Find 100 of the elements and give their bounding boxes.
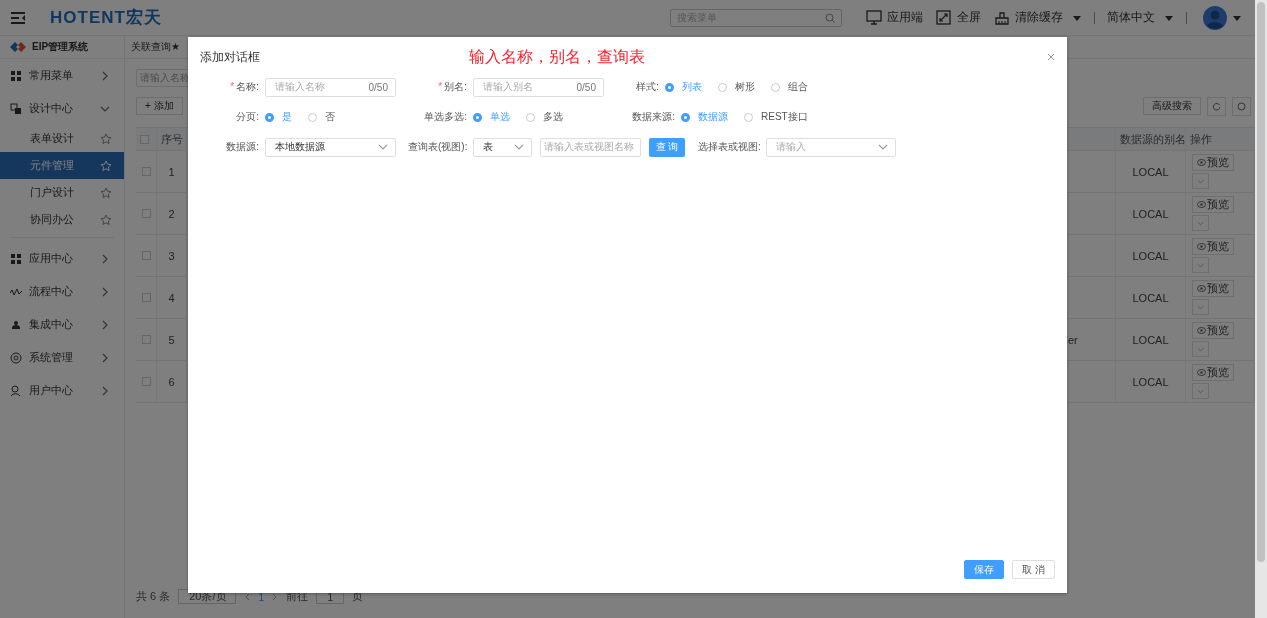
menu-item[interactable]: 表单设计 [0, 125, 124, 152]
field-label: 样式: [635, 80, 660, 94]
language-selector[interactable]: 简体中文 [1107, 9, 1173, 26]
radio-button[interactable]: 是 [265, 110, 292, 124]
preview-button[interactable]: 预览 [1192, 280, 1234, 297]
eye-icon [1197, 285, 1206, 292]
menu-item[interactable]: 协同办公 [0, 206, 124, 233]
cancel-button[interactable]: 取 消 [1012, 560, 1055, 579]
add-button[interactable]: + 添加 [136, 97, 183, 115]
text-field[interactable]: 请输入表或视图名称 [540, 137, 641, 157]
table-cell: LOCAL [1116, 277, 1186, 319]
header-action[interactable]: 应用端 [866, 9, 923, 26]
menu-group[interactable]: 系统管理 [0, 341, 124, 374]
preview-button[interactable]: 预览 [1192, 364, 1234, 381]
radio-button[interactable]: 数据源 [681, 110, 728, 124]
preview-button[interactable]: 预览 [1192, 322, 1234, 339]
checkbox[interactable] [141, 167, 151, 176]
menu-icon[interactable] [10, 10, 26, 25]
chevron-right-icon [100, 319, 110, 330]
tab[interactable]: 关联查询★ [131, 40, 180, 54]
chevron-down-icon[interactable] [1197, 303, 1204, 311]
dropdown-button[interactable] [1192, 173, 1209, 189]
avatar-icon[interactable] [1203, 5, 1227, 30]
chevron-down-icon[interactable] [1197, 177, 1204, 185]
eye-icon [1197, 159, 1206, 166]
dropdown-button[interactable] [1192, 215, 1209, 231]
menu-item[interactable]: 门户设计 [0, 179, 124, 206]
dropdown-button[interactable] [1192, 299, 1209, 315]
refresh-icon[interactable] [1212, 101, 1221, 111]
select-field[interactable]: 请输入 [766, 137, 896, 157]
scrollbar[interactable] [1255, 0, 1267, 618]
header-action[interactable]: 全屏 [936, 9, 981, 26]
radio-button[interactable]: 树形 [718, 80, 755, 94]
preview-button[interactable]: 预览 [1192, 154, 1234, 171]
settings-icon[interactable] [1237, 101, 1246, 111]
refresh-button[interactable] [1207, 96, 1226, 116]
total-count: 共 6 条 [136, 589, 171, 604]
preview-button[interactable]: 预览 [1192, 238, 1234, 255]
chevron-right-icon [100, 385, 110, 396]
preview-button[interactable]: 预览 [1192, 196, 1234, 213]
chevron-down-icon[interactable] [1197, 261, 1204, 269]
column-header: 数据源的别名 [1116, 128, 1186, 151]
chevron-right-icon [100, 352, 110, 363]
radio-button[interactable]: 列表 [665, 80, 702, 94]
caret-icon [1233, 14, 1241, 21]
dropdown-button[interactable] [1192, 341, 1209, 357]
save-button[interactable]: 保存 [964, 560, 1005, 579]
table-cell: 1 [157, 151, 187, 193]
text-field[interactable]: 请输入别名 0/50 [473, 77, 604, 97]
field-label: 数据源: [225, 140, 260, 154]
diamond-logo-icon [10, 42, 26, 52]
checkbox[interactable] [141, 377, 151, 386]
star-icon [100, 159, 112, 172]
dropdown-button[interactable] [1192, 383, 1209, 399]
radio-button[interactable]: 组合 [771, 80, 808, 94]
dropdown-button[interactable] [1192, 257, 1209, 273]
menu-group[interactable]: 常用菜单 [0, 59, 124, 92]
select-field[interactable]: 表 [473, 137, 532, 157]
chevron-down-icon[interactable] [1197, 219, 1204, 227]
radio-button[interactable]: 单选 [473, 110, 510, 124]
column-header: 操作 [1186, 128, 1255, 151]
user-icon [10, 384, 22, 397]
chevron-down-icon [378, 142, 388, 152]
grid-icon [10, 69, 22, 82]
close-icon[interactable] [1047, 53, 1055, 61]
chevron-down-icon[interactable] [1197, 345, 1204, 353]
system-name: EIP管理系统 [32, 40, 89, 54]
chevron-down-icon[interactable] [1197, 387, 1204, 395]
checkbox[interactable] [141, 335, 151, 344]
star-icon [100, 186, 112, 199]
eye-icon [1197, 243, 1206, 250]
checkbox[interactable] [140, 134, 149, 144]
menu-group[interactable]: 流程中心 [0, 275, 124, 308]
menu-item[interactable]: 元件管理 [0, 152, 124, 179]
eye-icon [1197, 201, 1206, 208]
menu-group[interactable]: 应用中心 [0, 242, 124, 275]
field-label: * 名称: [229, 80, 260, 94]
grid-icon [10, 252, 22, 265]
select-field[interactable]: 本地数据源 [265, 137, 396, 157]
advanced-search-button[interactable]: 高级搜索 [1143, 96, 1201, 115]
menu-group[interactable]: 集成中心 [0, 308, 124, 341]
table-cell: 6 [157, 361, 187, 403]
text-field[interactable]: 请输入名称 0/50 [265, 77, 396, 97]
header-action[interactable]: 清除缓存 [994, 9, 1081, 26]
checkbox[interactable] [141, 293, 151, 302]
radio-button[interactable]: REST接口 [744, 110, 808, 124]
dialog-title: 添加对话框 [200, 48, 261, 66]
chevron-left-icon[interactable] [244, 592, 251, 601]
checkbox[interactable] [141, 251, 151, 260]
query-button[interactable]: 查 询 [649, 137, 685, 157]
menu-group[interactable]: 用户中心 [0, 374, 124, 407]
menu-group[interactable]: 设计中心 [0, 92, 124, 125]
radio-button[interactable]: 多选 [526, 110, 563, 124]
broom-icon [994, 10, 1010, 25]
field-label: * 别名: [437, 80, 468, 94]
radio-button[interactable]: 否 [308, 110, 335, 124]
settings-button[interactable] [1232, 96, 1251, 116]
checkbox[interactable] [141, 209, 151, 218]
chevron-right-icon[interactable] [272, 592, 279, 601]
search-icon [825, 12, 835, 23]
